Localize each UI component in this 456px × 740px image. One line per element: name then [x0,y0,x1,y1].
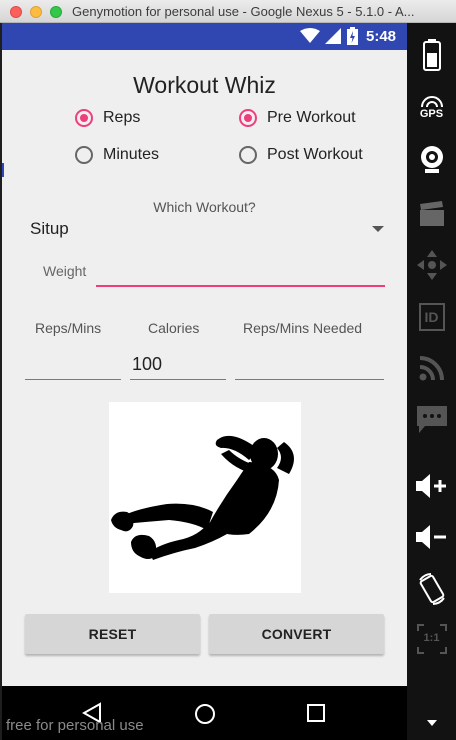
scale-icon[interactable]: 1:1 [407,621,456,657]
reps-mins-needed-label: Reps/Mins Needed [243,320,363,336]
workout-spinner-value: Situp [30,219,69,238]
calories-input[interactable] [130,349,226,380]
recents-icon[interactable] [307,704,325,727]
edge-accent [2,163,4,177]
app-title: Workout Whiz [133,72,276,98]
reset-button[interactable]: RESET [25,614,200,654]
minimize-window-button[interactable] [30,6,42,18]
watermark-text: free for personal use [6,717,144,734]
status-time: 5:48 [366,28,397,45]
workout-spinner[interactable]: Situp [20,219,390,243]
android-screen: 5:48 Workout Whiz Reps Minutes Pre Worko… [2,23,407,686]
convert-button[interactable]: CONVERT [209,614,384,654]
gps-label: GPS [419,108,444,120]
reps-mins-input[interactable] [25,349,121,380]
webcam-icon[interactable] [407,143,456,177]
radio-pre-workout-label: Pre Workout [267,109,356,126]
sms-icon[interactable] [407,403,456,437]
volume-down-icon[interactable] [407,520,456,554]
status-bar: 5:48 [2,23,407,50]
radio-pre-workout[interactable]: Pre Workout [239,109,356,127]
close-window-button[interactable] [10,6,22,18]
rotate-icon[interactable] [407,569,456,609]
weight-input[interactable] [96,259,385,287]
radio-post-workout-indicator [239,146,257,164]
wifi-icon [300,28,320,49]
rss-icon[interactable] [407,351,456,385]
battery-icon[interactable] [407,37,456,73]
toolbar-more-icon[interactable] [407,717,456,729]
device-id-label: ID [418,303,445,331]
device-id-icon[interactable]: ID [407,299,456,335]
radio-minutes-label: Minutes [103,146,160,163]
gps-icon[interactable]: GPS [407,93,456,123]
volume-up-icon[interactable] [407,469,456,503]
radio-post-workout[interactable]: Post Workout [239,146,363,164]
radio-reps-indicator [75,109,93,127]
reps-mins-needed-input[interactable] [235,349,384,380]
scale-label: 1:1 [423,632,440,644]
weight-label: Weight [43,263,87,279]
which-workout-label: Which Workout? [153,199,256,215]
calories-label: Calories [148,320,200,336]
scale-icon-frame: 1:1 [416,624,447,654]
radio-pre-workout-indicator [239,109,257,127]
signal-icon [325,28,341,49]
radio-minutes-indicator [75,146,93,164]
window-title: Genymotion for personal use - Google Nex… [72,4,415,19]
emulator-toolbar: GPS ID 1:1 [407,23,456,740]
radio-minutes[interactable]: Minutes [75,146,159,164]
reps-mins-label: Reps/Mins [35,320,102,336]
radio-reps-label: Reps [103,109,141,126]
radio-reps[interactable]: Reps [75,109,140,127]
window-titlebar: Genymotion for personal use - Google Nex… [0,0,456,23]
battery-charging-icon [347,27,358,50]
zoom-window-button[interactable] [50,6,62,18]
dpad-icon[interactable] [407,247,456,283]
radio-post-workout-label: Post Workout [267,146,363,163]
home-icon[interactable] [194,703,216,730]
situp-image [109,402,301,593]
screencast-icon[interactable] [407,197,456,231]
dropdown-arrow-icon [372,226,384,232]
